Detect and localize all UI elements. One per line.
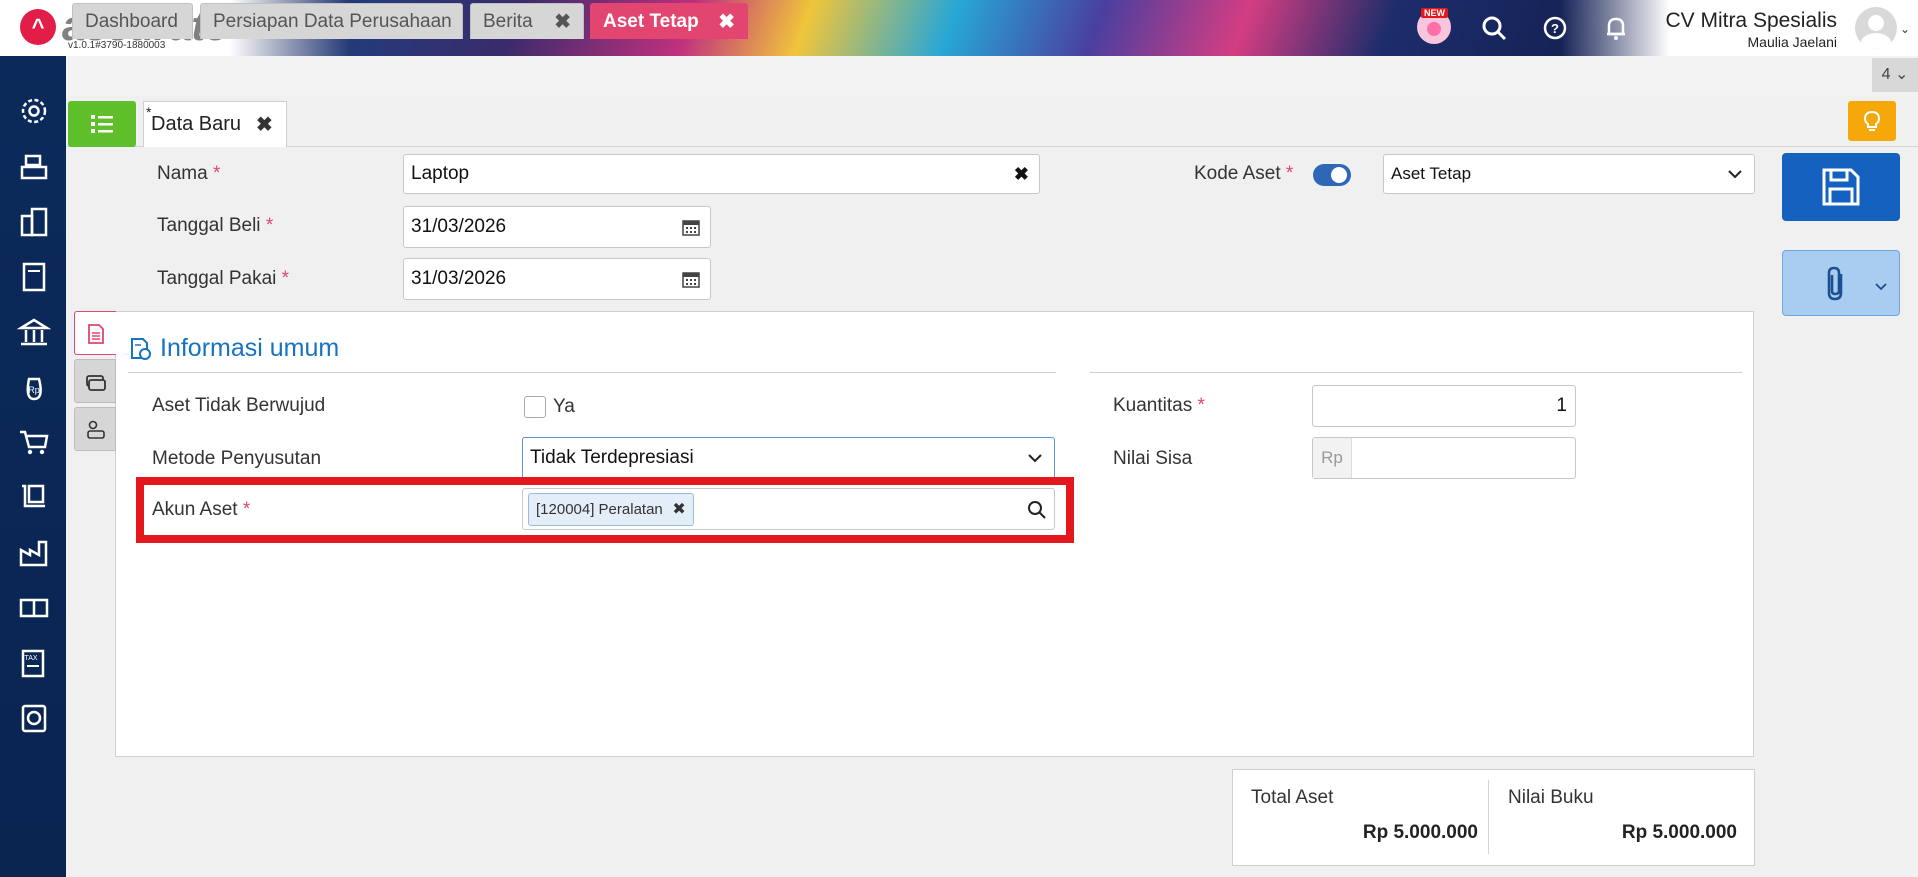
close-tab-icon[interactable]: ✖ (554, 4, 571, 40)
tab-label: Berita (483, 11, 533, 32)
chevron-down-icon (1728, 170, 1742, 179)
kuantitas-value: 1 (1556, 395, 1567, 416)
tanggal-pakai-value: 31/03/2026 (411, 268, 507, 289)
kode-aset-label: Kode Aset * (1194, 163, 1294, 184)
metode-penyusutan-label: Metode Penyusutan (152, 448, 322, 469)
svg-text:?: ? (1551, 21, 1559, 36)
inventory-trolley-icon[interactable] (17, 480, 51, 514)
new-feature-icon[interactable]: NEW (1417, 8, 1451, 44)
close-tab-icon[interactable]: ✖ (718, 4, 735, 40)
tab-persiapan-data-perusahaan[interactable]: Persiapan Data Perusahaan (200, 3, 463, 39)
tab-berita[interactable]: Berita ✖ (470, 3, 584, 39)
tab-label: Aset Tetap (603, 11, 699, 32)
kode-aset-select[interactable]: Aset Tetap (1383, 154, 1755, 194)
list-view-button[interactable] (68, 101, 136, 147)
user-avatar[interactable] (1855, 7, 1897, 49)
metode-penyusutan-select[interactable]: Tidak Terdepresiasi (522, 437, 1055, 479)
calendar-icon[interactable] (682, 218, 700, 236)
chevron-down-icon[interactable] (1875, 283, 1887, 291)
tab-aset-tetap[interactable]: Aset Tetap ✖ (590, 3, 748, 39)
list-icon (91, 115, 113, 133)
info-document-icon (131, 338, 151, 360)
save-disk-icon (1822, 168, 1860, 206)
tab-informasi-umum[interactable] (74, 311, 116, 355)
new-badge: NEW (1421, 8, 1448, 18)
chevron-down-icon (1028, 454, 1042, 463)
svg-text:Rp: Rp (28, 385, 40, 395)
money-bag-icon[interactable]: Rp (17, 370, 51, 404)
title-underline-left (128, 372, 1056, 373)
metode-penyusutan-value: Tidak Terdepresiasi (530, 447, 694, 468)
subtab-divider (66, 146, 1918, 147)
shopping-cart-icon[interactable] (17, 425, 51, 459)
summary-divider (1488, 780, 1489, 854)
subtab-label: Data Baru (151, 113, 242, 135)
tab-count-value: 4 (1881, 66, 1891, 83)
tab-pengeluaran[interactable] (74, 407, 116, 451)
version-text: v1.0.1#3790-1880003 (68, 40, 166, 51)
user-name[interactable]: Maulia Jaelani (1748, 34, 1838, 50)
nama-value: Laptop (411, 163, 470, 184)
nilai-buku-label: Nilai Buku (1508, 787, 1594, 808)
bank-icon[interactable] (17, 315, 51, 349)
toggle-knob (1331, 167, 1347, 183)
total-aset-value: Rp 5.000.000 (1362, 822, 1478, 843)
notification-bell-icon[interactable] (1600, 12, 1632, 44)
ledger-book-icon[interactable] (17, 260, 51, 294)
close-subtab-icon[interactable]: ✖ (256, 112, 273, 137)
tab-bar (66, 56, 1918, 98)
tab-dashboard[interactable]: Dashboard (72, 3, 193, 39)
tanggal-beli-label: Tanggal Beli * (157, 215, 274, 236)
nilai-buku-value: Rp 5.000.000 (1621, 822, 1737, 843)
save-button[interactable] (1782, 153, 1900, 221)
aset-tidak-berwujud-label: Aset Tidak Berwujud (152, 395, 326, 416)
tanggal-beli-value: 31/03/2026 (411, 216, 507, 237)
production-icon[interactable] (17, 591, 51, 625)
tanggal-beli-input[interactable]: 31/03/2026 (403, 206, 711, 248)
kode-aset-select-value: Aset Tetap (1391, 164, 1472, 183)
document-icon (88, 324, 104, 344)
nama-input[interactable]: Laptop ✖ (403, 154, 1040, 194)
paperclip-icon (1827, 266, 1843, 301)
tab-label: Persiapan Data Perusahaan (213, 11, 452, 32)
kode-aset-toggle[interactable] (1313, 164, 1351, 186)
report-chart-icon[interactable] (17, 701, 51, 735)
settings-gear-icon[interactable] (17, 94, 51, 128)
tab-label: Dashboard (85, 11, 178, 32)
currency-prefix: Rp (1313, 438, 1352, 478)
title-underline-right (1090, 372, 1742, 373)
account-chevron-down-icon[interactable]: ⌄ (1900, 22, 1910, 36)
cash-register-icon[interactable] (17, 149, 51, 183)
aset-tidak-berwujud-checkbox[interactable] (524, 396, 546, 418)
accurate-logo-icon[interactable]: ^ (20, 9, 56, 45)
tips-lightbulb-button[interactable] (1848, 101, 1896, 141)
clear-icon[interactable]: ✖ (1014, 155, 1029, 193)
highlight-box (136, 477, 1074, 543)
lightbulb-icon (1863, 110, 1881, 131)
panel-title: Informasi umum (160, 334, 340, 362)
tanggal-pakai-input[interactable]: 31/03/2026 (403, 258, 711, 300)
checkbox-label-ya: Ya (553, 396, 575, 417)
nilai-sisa-label: Nilai Sisa (1113, 448, 1193, 469)
summary-box (1232, 769, 1755, 866)
building-icon[interactable] (17, 205, 51, 239)
nilai-sisa-input[interactable]: Rp (1312, 437, 1576, 479)
kuantitas-label: Kuantitas * (1113, 395, 1205, 416)
tanggal-pakai-label: Tanggal Pakai * (157, 268, 290, 289)
company-name[interactable]: CV Mitra Spesialis (1665, 9, 1837, 33)
help-icon[interactable]: ? (1539, 12, 1571, 44)
factory-icon[interactable] (17, 536, 51, 570)
tab-penyusutan[interactable] (74, 359, 116, 403)
cash-stack-icon (86, 375, 106, 391)
kuantitas-input[interactable]: 1 (1312, 385, 1576, 427)
svg-text:TAX: TAX (24, 655, 37, 662)
calendar-icon[interactable] (682, 270, 700, 288)
total-aset-label: Total Aset (1251, 787, 1334, 808)
tab-count-dropdown[interactable]: 4 ⌄ (1872, 58, 1918, 92)
search-icon[interactable] (1478, 12, 1510, 44)
attachment-button[interactable] (1782, 250, 1900, 316)
tax-document-icon[interactable]: TAX (17, 646, 51, 680)
money-hand-icon (87, 420, 105, 439)
nama-label: Nama * (157, 163, 221, 184)
